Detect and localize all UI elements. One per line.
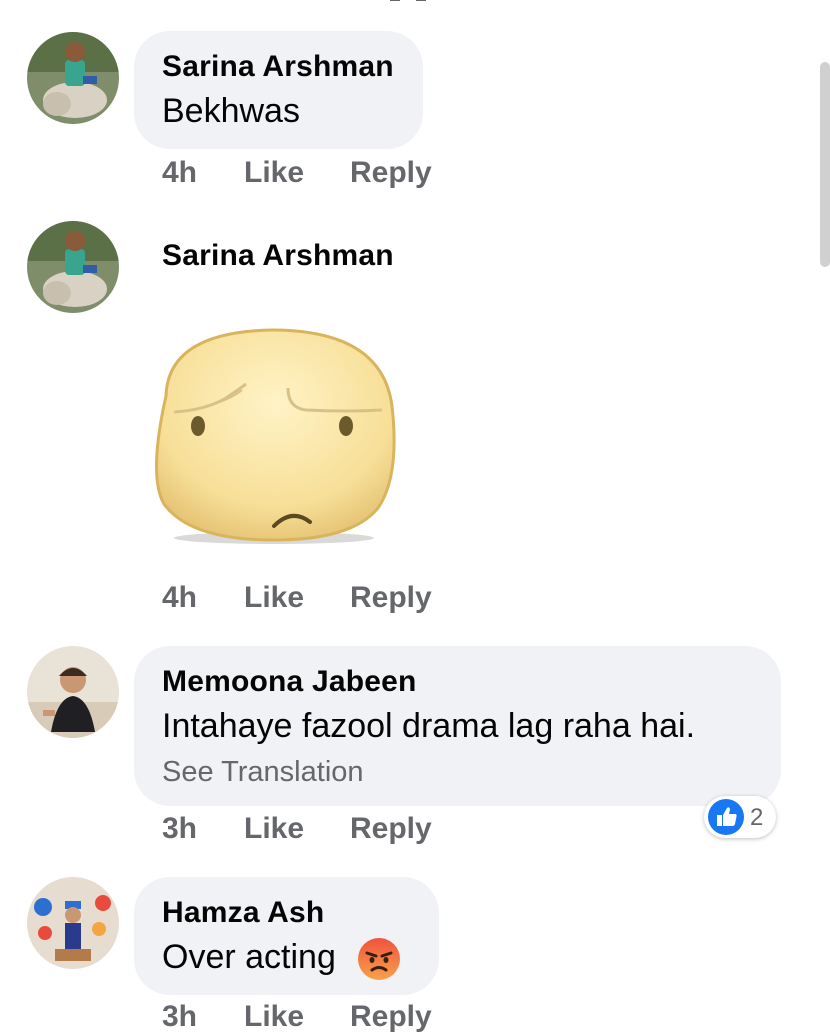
reply-button[interactable]: Reply: [350, 581, 432, 615]
reply-button[interactable]: Reply: [350, 812, 432, 846]
comment-text: Bekhwas: [162, 92, 300, 130]
profile-photo-icon: [27, 221, 119, 313]
profile-photo-icon: [27, 32, 119, 124]
comment-bubble[interactable]: [134, 31, 423, 149]
reply-button[interactable]: Reply: [350, 156, 432, 190]
comment-author[interactable]: Sarina Arshman: [162, 239, 394, 273]
like-button[interactable]: Like: [244, 581, 304, 615]
comment-text: Intahaye fazool drama lag raha hai.: [162, 707, 696, 745]
reply-button[interactable]: Reply: [350, 1000, 432, 1034]
reaction-summary[interactable]: 2: [704, 796, 776, 838]
comment-time[interactable]: 3h: [162, 1000, 197, 1034]
like-icon: [708, 799, 744, 835]
profile-photo-icon: [27, 646, 119, 738]
avatar[interactable]: [27, 221, 119, 313]
like-button[interactable]: Like: [244, 1000, 304, 1034]
reaction-count: 2: [750, 804, 764, 831]
comment-time[interactable]: 3h: [162, 812, 197, 846]
like-button[interactable]: Like: [244, 812, 304, 846]
avatar[interactable]: [27, 646, 119, 738]
avatar[interactable]: [27, 32, 119, 124]
comment-author[interactable]: Sarina Arshman: [162, 50, 394, 84]
cut-off-text: [390, 0, 430, 2]
comment-author[interactable]: Memoona Jabeen: [162, 665, 417, 699]
angry-face-emoji-icon: [357, 937, 401, 981]
worried-face-sticker-icon[interactable]: [146, 326, 402, 548]
comment-time[interactable]: 4h: [162, 581, 197, 615]
avatar[interactable]: [27, 877, 119, 969]
see-translation-link[interactable]: See Translation: [162, 756, 364, 789]
comment-author[interactable]: Hamza Ash: [162, 896, 324, 930]
scrollbar[interactable]: [820, 62, 830, 267]
comment-time[interactable]: 4h: [162, 156, 197, 190]
comment-text: Over acting: [162, 938, 336, 976]
like-button[interactable]: Like: [244, 156, 304, 190]
profile-photo-icon: [27, 877, 119, 969]
